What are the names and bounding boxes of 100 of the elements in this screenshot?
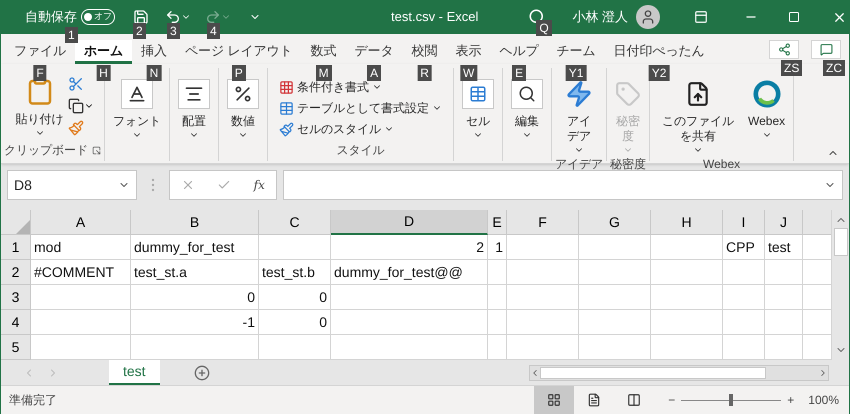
- zoom-in-button[interactable]: +: [787, 391, 794, 409]
- table-cell: mod: [31, 235, 131, 260]
- zoom-thumb[interactable]: [729, 394, 734, 406]
- number-button[interactable]: 数値: [222, 78, 264, 140]
- table-cell: 2: [331, 235, 488, 260]
- zoom-slider[interactable]: [681, 394, 782, 406]
- keytip: ZC: [823, 60, 845, 76]
- new-sheet-icon[interactable]: [194, 364, 210, 380]
- ribbon-tab[interactable]: 日付印ぺったん: [604, 40, 714, 64]
- keytip: Y2: [648, 65, 670, 81]
- column-header[interactable]: J: [765, 210, 803, 235]
- cells-button[interactable]: セル: [457, 78, 499, 140]
- row-header[interactable]: 3: [1, 285, 31, 310]
- dialog-launcher-icon[interactable]: [92, 146, 101, 154]
- row-header[interactable]: 5: [1, 335, 31, 360]
- scroll-thumb[interactable]: [834, 228, 848, 256]
- ribbon-tab[interactable]: 校閲: [402, 40, 447, 64]
- style-menu-button[interactable]: セルのスタイル: [279, 120, 442, 138]
- zoom-out-button[interactable]: −: [668, 391, 676, 409]
- tag-icon: [615, 81, 641, 107]
- webex-logo-icon: [752, 80, 781, 108]
- user-name: 小林 澄人: [572, 8, 628, 26]
- table-cell: [507, 260, 579, 285]
- ribbon-tab[interactable]: ホーム: [75, 40, 132, 64]
- table-cell: [579, 260, 651, 285]
- comments-button[interactable]: [811, 40, 841, 58]
- status-text: 準備完了: [9, 392, 57, 409]
- grid-icon: [279, 100, 294, 116]
- table-cell: [651, 260, 723, 285]
- window-title: test.csv - Excel: [391, 8, 478, 26]
- table-cell: -1: [131, 310, 259, 335]
- share-icon: [778, 42, 790, 56]
- normal-view-button[interactable]: [534, 386, 574, 414]
- ribbon-tab[interactable]: 数式: [302, 40, 346, 64]
- ribbon-display-icon[interactable]: [694, 10, 708, 24]
- grid-icon: [547, 393, 562, 407]
- formula-input[interactable]: [283, 170, 843, 200]
- undo-icon[interactable]: [165, 9, 181, 25]
- ribbon-tab[interactable]: ページ レイアウト: [176, 40, 302, 64]
- scissors-icon[interactable]: [68, 76, 84, 92]
- keytip: N: [146, 65, 162, 81]
- column-header[interactable]: G: [579, 210, 651, 235]
- table-cell: 0: [259, 285, 331, 310]
- style-menu-button[interactable]: 条件付き書式: [279, 78, 442, 96]
- ribbon-tab[interactable]: ファイル: [5, 40, 75, 64]
- lightning-icon: [565, 80, 593, 108]
- copy-icon[interactable]: [68, 98, 84, 114]
- keytip: A: [367, 65, 382, 81]
- name-box[interactable]: D8: [7, 170, 137, 200]
- table-cell: test_st.a: [131, 260, 259, 285]
- keytip: 3: [167, 23, 180, 39]
- font-button[interactable]: フォント: [108, 78, 166, 140]
- save-icon[interactable]: [133, 9, 149, 25]
- ribbon-tab[interactable]: チーム: [548, 40, 605, 64]
- ribbon-tab[interactable]: ヘルプ: [490, 40, 548, 64]
- column-header[interactable]: B: [131, 210, 259, 235]
- share-button[interactable]: [769, 40, 799, 58]
- column-header[interactable]: I: [723, 210, 765, 235]
- ideas-button[interactable]: アイデア: [560, 78, 598, 155]
- autosave-toggle[interactable]: オフ: [81, 9, 115, 25]
- table-cell: [579, 310, 651, 335]
- keytip: E: [512, 65, 526, 81]
- column-header[interactable]: D: [331, 210, 488, 235]
- style-menu-button[interactable]: テーブルとして書式設定: [279, 99, 442, 117]
- avatar[interactable]: [636, 5, 660, 29]
- ribbon-tab[interactable]: 挿入: [132, 40, 176, 64]
- table-cell: [507, 235, 579, 260]
- sharefile-button[interactable]: このファイルを共有: [653, 78, 743, 155]
- edit-button[interactable]: 編集: [506, 78, 548, 140]
- table-cell: [507, 310, 579, 335]
- keytip: Y1: [566, 65, 586, 81]
- align-button[interactable]: 配置: [173, 78, 215, 140]
- webex-button[interactable]: Webex: [743, 78, 790, 155]
- ribbon-tab[interactable]: 表示: [446, 40, 491, 64]
- keytip: W: [460, 65, 478, 81]
- sheet-tab[interactable]: test: [109, 360, 160, 385]
- table-cell: [723, 310, 765, 335]
- column-header[interactable]: E: [488, 210, 507, 235]
- comment-icon: [820, 42, 832, 56]
- format-painter-icon[interactable]: [68, 120, 84, 136]
- column-header[interactable]: A: [31, 210, 131, 235]
- page-icon: [587, 393, 602, 407]
- table-cell: 1: [488, 235, 507, 260]
- maximize-icon[interactable]: [788, 11, 800, 23]
- column-header[interactable]: H: [651, 210, 723, 235]
- table-cell: 0: [259, 310, 331, 335]
- row-header[interactable]: 4: [1, 310, 31, 335]
- group-label: Webex: [703, 156, 740, 173]
- table-cell: [651, 310, 723, 335]
- row-header[interactable]: 1: [1, 235, 31, 260]
- keytip: R: [417, 65, 432, 81]
- column-header[interactable]: F: [507, 210, 579, 235]
- scroll-thumb[interactable]: [540, 366, 766, 378]
- insert-function-button[interactable]: fx: [254, 176, 265, 194]
- row-header[interactable]: 2: [1, 260, 31, 285]
- keytip: H: [96, 65, 111, 81]
- ribbon-tab[interactable]: データ: [346, 40, 403, 64]
- table-cell: [579, 285, 651, 310]
- zoom-level[interactable]: 100%: [808, 391, 839, 409]
- keytip: ZS: [781, 60, 802, 76]
